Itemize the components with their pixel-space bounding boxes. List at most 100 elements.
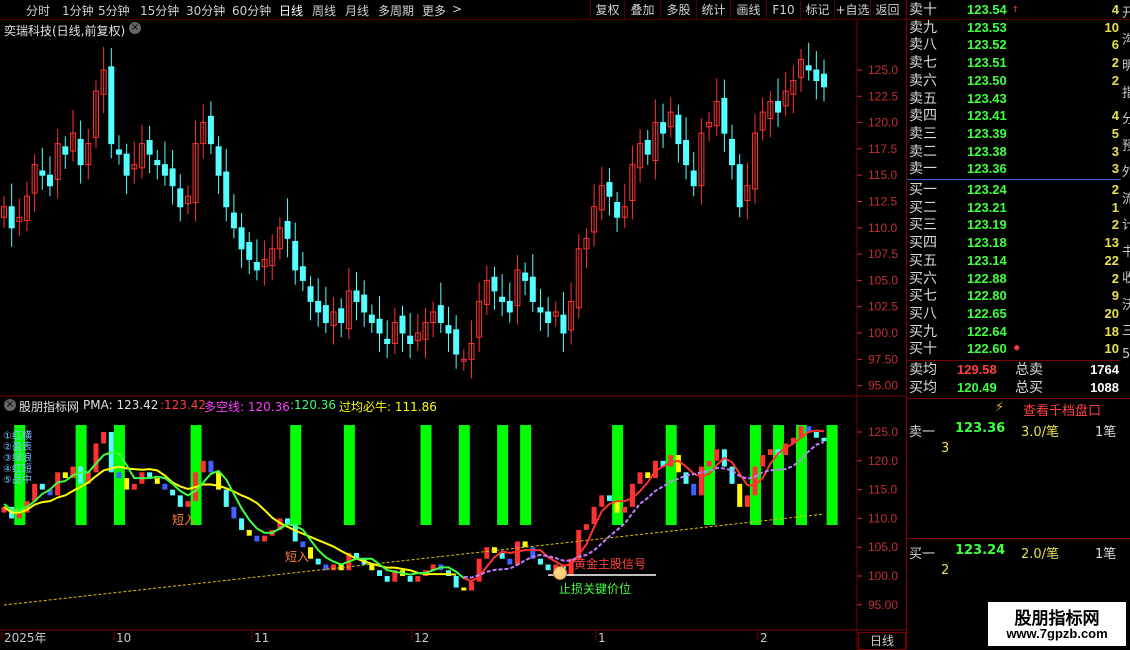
side-panel-char: 指 <box>1122 85 1130 101</box>
indicator-note: ③绿浪 <box>3 451 32 464</box>
annotation-gold-signal: 黄金主股信号 <box>574 557 647 571</box>
period-tab[interactable]: 15分钟 <box>140 2 179 19</box>
ob-volume: 2 <box>1111 270 1119 286</box>
candle-body <box>606 182 613 197</box>
ob-label: 买二 <box>909 199 937 216</box>
close-circle-icon[interactable]: × <box>4 399 16 411</box>
bid-row[interactable]: 买五 123.14 22 <box>907 252 1121 270</box>
toolbar-button[interactable]: 标记 <box>800 0 834 20</box>
close-circle-icon[interactable]: × <box>129 22 141 34</box>
toolbar-button[interactable]: 复权 <box>590 0 624 20</box>
bid-row[interactable]: 买九 122.64 18 <box>907 323 1121 341</box>
ask-row[interactable]: 卖八 123.52 6 <box>907 36 1121 54</box>
axis-label: 110.0 <box>868 221 897 235</box>
date-label: 1 <box>598 631 606 645</box>
side-panel-char: 5 <box>1122 346 1130 362</box>
candle-body <box>223 171 230 208</box>
period-tab[interactable]: 周线 <box>312 2 336 19</box>
ob-price: 123.38 <box>967 143 1007 159</box>
bid-row[interactable]: 买七 122.80 9 <box>907 287 1121 305</box>
view-depth-button[interactable]: 查看千档盘口 <box>1023 400 1101 419</box>
ob-label: 买四 <box>909 235 937 252</box>
side-panel-char: 书 <box>1122 244 1130 260</box>
period-tab[interactable]: 5分钟 <box>98 2 130 19</box>
ob-label: 卖九 <box>909 19 937 36</box>
indicator-candle <box>767 449 773 456</box>
bid-row[interactable]: 买三 123.19 2 <box>907 216 1121 234</box>
bid-row[interactable]: 买一 123.24 2 <box>907 181 1121 199</box>
ask-row[interactable]: 卖九 123.53 10 <box>907 19 1121 37</box>
toolbar-button[interactable]: 返回 <box>870 0 904 20</box>
toolbar-button[interactable]: 叠加 <box>624 0 660 20</box>
indicator-candle <box>170 489 176 496</box>
toolbar-button[interactable]: F10 <box>766 0 800 20</box>
toolbar-button[interactable]: +自选 <box>834 0 870 20</box>
ask-row[interactable]: 卖一 123.36 3 <box>907 160 1121 178</box>
signal-bar <box>520 425 532 525</box>
axis-label: 112.5 <box>868 195 897 209</box>
indicator-candle <box>668 455 674 467</box>
toolbar-button[interactable]: 统计 <box>696 0 730 20</box>
axis-label: 107.5 <box>868 247 898 261</box>
signal-bar <box>290 425 302 525</box>
period-tab[interactable]: 分时 <box>26 2 50 19</box>
ask-row[interactable]: 卖二 123.38 3 <box>907 143 1121 161</box>
ask-row[interactable]: 卖五 123.43 <box>907 90 1121 108</box>
date-label: 12 <box>414 631 429 645</box>
period-tab[interactable]: 1分钟 <box>62 2 94 19</box>
buy1-level[interactable]: 买一 123.24 2.0/笔 1笔 2 <box>907 543 1121 578</box>
candle-body <box>560 314 567 334</box>
yellow-ma-line <box>3 465 457 576</box>
indicator-candle <box>78 466 84 484</box>
period-tab[interactable]: 更多 <box>422 2 446 19</box>
signal-bar <box>665 425 677 525</box>
kline-chart[interactable]: 125.0 122.5 120.0 117.5 115.0 112.5 110.0 107.5… <box>0 20 906 650</box>
period-tab[interactable]: 日线 <box>279 2 303 19</box>
axis-label: 115.0 <box>868 483 897 497</box>
candle-body <box>230 212 237 229</box>
level-field: 2.0/笔 <box>1021 547 1060 562</box>
indicator-candle <box>537 558 543 565</box>
ask-row[interactable]: 卖四 123.41 4 <box>907 107 1121 125</box>
sell1-level[interactable]: 卖一 123.36 3.0/笔 1笔 3 <box>907 421 1121 456</box>
indicator-candle <box>744 495 750 507</box>
side-panel-char: 分 <box>1122 112 1130 127</box>
indicator-candle <box>384 576 390 582</box>
ob-volume: 4 <box>1111 2 1119 17</box>
period-label[interactable]: 日线 <box>858 632 906 650</box>
level-field: 卖一 <box>909 425 936 440</box>
period-tab[interactable]: 30分钟 <box>186 2 225 19</box>
ask-row[interactable]: 卖七 123.51 2 <box>907 54 1121 72</box>
more-arrow-icon[interactable]: > <box>452 2 462 16</box>
indicator-candle <box>691 483 697 496</box>
ask-row[interactable]: 卖三 123.39 5 <box>907 125 1121 143</box>
ob-label: 卖六 <box>909 72 937 89</box>
ob-label: 卖三 <box>909 125 937 142</box>
bid-row[interactable]: 买八 122.65 20 <box>907 305 1121 323</box>
ob-price: 122.88 <box>967 270 1007 286</box>
side-panel-char: 开 <box>1122 6 1130 21</box>
bid-row[interactable]: 买四 123.18 13 <box>907 234 1121 252</box>
period-tab[interactable]: 多周期 <box>378 2 414 19</box>
dk-value-2: :120.36 <box>290 398 337 412</box>
bid-row[interactable]: 买十 122.60 10 ✸ <box>907 340 1121 358</box>
indicator-candle <box>262 535 268 542</box>
ob-volume: 18 <box>1104 323 1119 339</box>
ask-row[interactable]: 卖六 123.50 2 <box>907 72 1121 90</box>
period-tab[interactable]: 月线 <box>345 2 369 19</box>
indicator-name: 股朋指标网 <box>19 400 80 414</box>
lightning-icon: ⚡ <box>995 400 1005 415</box>
ob-label: 卖五 <box>909 90 937 107</box>
bid-row[interactable]: 买六 122.88 2 <box>907 270 1121 288</box>
toolbar-button[interactable]: 多股 <box>660 0 696 20</box>
ob-label: 买三 <box>909 217 937 234</box>
axis-label: 125.0 <box>868 63 898 77</box>
summary-label: 卖均 <box>909 362 937 378</box>
dashed-ma-line <box>3 513 825 606</box>
ask-row[interactable]: 卖十 123.54 4 † <box>907 1 1121 19</box>
axis-label: 100.0 <box>868 326 898 340</box>
toolbar-button[interactable]: 画线 <box>730 0 766 20</box>
period-tab[interactable]: 60分钟 <box>232 2 271 19</box>
bid-row[interactable]: 买二 123.21 1 <box>907 199 1121 217</box>
gj-value: 过均必牛: 111.86 <box>339 400 437 414</box>
